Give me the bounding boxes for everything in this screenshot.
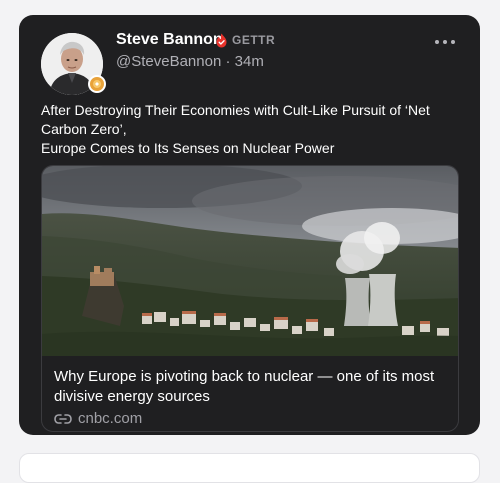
author-handle[interactable]: @SteveBannon <box>116 53 221 70</box>
link-icon <box>54 413 72 425</box>
verified-flame-icon <box>215 33 228 48</box>
post-time[interactable]: 34m <box>235 53 264 70</box>
platform-label: GETTR <box>232 33 276 47</box>
post-text-line: Carbon Zero’, <box>41 121 127 137</box>
post-text-line: Europe Comes to Its Senses on Nuclear Po… <box>41 140 335 156</box>
separator: · <box>225 53 231 70</box>
link-source[interactable]: cnbc.com <box>54 410 142 427</box>
link-domain: cnbc.com <box>78 410 143 427</box>
next-post-card[interactable] <box>19 453 480 483</box>
more-options-icon[interactable] <box>435 35 459 49</box>
link-title-line: Why Europe is pivoting back to nuclear —… <box>54 368 435 385</box>
post-text: After Destroying Their Economies with Cu… <box>41 101 471 158</box>
post-text-line: After Destroying Their Economies with Cu… <box>41 102 430 118</box>
link-preview-card[interactable]: Why Europe is pivoting back to nuclear —… <box>41 165 459 432</box>
author-name[interactable]: Steve Bannon <box>116 31 223 49</box>
link-preview-image[interactable] <box>42 166 458 356</box>
link-title-line: divisive energy sources <box>54 388 210 405</box>
handle-line: @SteveBannon · 34m <box>116 53 264 70</box>
badge-icon <box>88 75 106 93</box>
post-card[interactable]: Steve Bannon GETTR @SteveBannon · 34m Af… <box>19 15 480 435</box>
link-preview-title[interactable]: Why Europe is pivoting back to nuclear —… <box>54 367 449 407</box>
